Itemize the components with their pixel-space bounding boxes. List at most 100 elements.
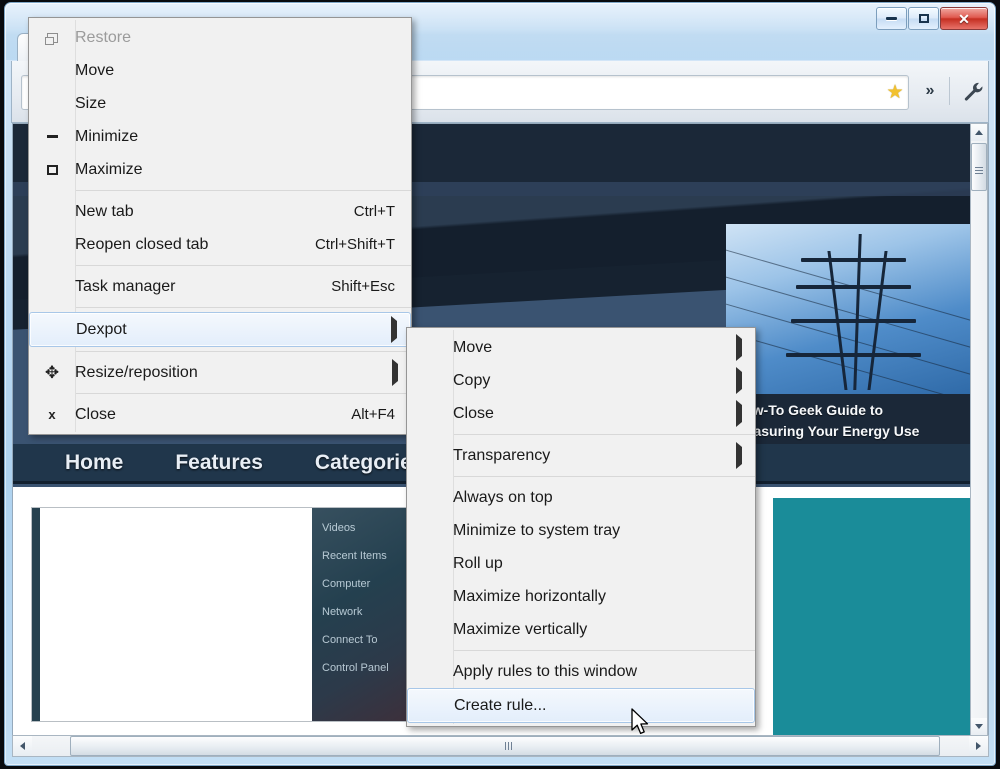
menu-item-restore: Restore bbox=[29, 21, 411, 54]
dexpot-item-close-label: Close bbox=[453, 404, 494, 422]
window-system-menu[interactable]: Restore Move Size Minimize Maximize New tab Ct… bbox=[28, 17, 412, 435]
menu-item-maximize[interactable]: Maximize bbox=[29, 153, 411, 186]
menu-item-dexpot-label: Dexpot bbox=[76, 320, 127, 338]
menu-separator bbox=[75, 190, 411, 191]
close-button[interactable]: ✕ bbox=[940, 7, 988, 30]
scroll-right-button[interactable] bbox=[969, 736, 988, 756]
menu-item-close-label: Close bbox=[75, 405, 116, 423]
dexpot-item-apply-rules-label: Apply rules to this window bbox=[453, 662, 638, 680]
dexpot-item-apply-rules[interactable]: Apply rules to this window bbox=[407, 655, 755, 688]
menu-item-reopen-tab[interactable]: Reopen closed tab Ctrl+Shift+T bbox=[29, 228, 411, 261]
dexpot-item-create-rule-label: Create rule... bbox=[454, 696, 547, 714]
menu-item-task-manager[interactable]: Task manager Shift+Esc bbox=[29, 270, 411, 303]
dexpot-item-roll-up[interactable]: Roll up bbox=[407, 547, 755, 580]
menu-separator bbox=[75, 265, 411, 266]
teal-content-block bbox=[773, 498, 973, 735]
dexpot-item-close[interactable]: Close bbox=[407, 397, 755, 430]
menu-item-resize-reposition-icon-slot: ✥ bbox=[29, 364, 75, 381]
nav-item-features-label: Features bbox=[175, 450, 263, 474]
menu-separator bbox=[453, 476, 755, 477]
horizontal-scroll-track[interactable] bbox=[32, 736, 969, 756]
menu-item-minimize-label: Minimize bbox=[75, 127, 139, 145]
menu-item-new-tab-shortcut: Ctrl+T bbox=[353, 203, 395, 220]
menu-item-reopen-tab-shortcut: Ctrl+Shift+T bbox=[314, 236, 395, 253]
chevron-right-icon bbox=[736, 366, 755, 394]
caret-right-glyph bbox=[736, 441, 742, 469]
grip-icon bbox=[504, 742, 506, 750]
caret-right-glyph bbox=[736, 399, 742, 427]
dexpot-item-transparency[interactable]: Transparency bbox=[407, 439, 755, 472]
dexpot-item-always-on-top[interactable]: Always on top bbox=[407, 481, 755, 514]
restore-icon bbox=[44, 32, 58, 45]
start-menu-strip bbox=[32, 508, 40, 721]
wrench-icon[interactable] bbox=[956, 75, 990, 107]
nav-item-features[interactable]: Features bbox=[175, 451, 263, 475]
menu-item-close-shortcut: Alt+F4 bbox=[351, 406, 395, 423]
menu-separator bbox=[75, 351, 411, 352]
feature-card[interactable]: How-To Geek Guide to Measuring Your Ener… bbox=[726, 224, 976, 454]
scroll-down-button[interactable] bbox=[971, 718, 987, 735]
menu-item-size[interactable]: Size bbox=[29, 87, 411, 120]
menu-item-new-tab[interactable]: New tab Ctrl+T bbox=[29, 195, 411, 228]
bookmark-star-icon[interactable]: ★ bbox=[882, 81, 908, 104]
screenshot-root: ✕ ★ » How-To Geek Guide to Measuring You… bbox=[0, 0, 1000, 769]
menu-item-move[interactable]: Move bbox=[29, 54, 411, 87]
menu-separator bbox=[75, 393, 411, 394]
feature-caption-line2: Measuring Your Energy Use bbox=[734, 423, 920, 439]
caret-right-glyph bbox=[736, 333, 742, 361]
scroll-left-button[interactable] bbox=[13, 736, 32, 756]
menu-item-resize-reposition-label: Resize/reposition bbox=[75, 363, 198, 381]
dexpot-item-move[interactable]: Move bbox=[407, 331, 755, 364]
arrow-right-icon bbox=[976, 742, 981, 750]
dexpot-item-create-rule[interactable]: Create rule... bbox=[407, 688, 755, 723]
minimize-button[interactable] bbox=[876, 7, 907, 30]
dexpot-item-always-on-top-label: Always on top bbox=[453, 488, 553, 506]
dexpot-item-max-vert[interactable]: Maximize vertically bbox=[407, 613, 755, 646]
horizontal-scroll-thumb[interactable] bbox=[70, 736, 940, 756]
dexpot-item-copy[interactable]: Copy bbox=[407, 364, 755, 397]
caret-right-glyph bbox=[736, 366, 742, 394]
caret-right-glyph bbox=[391, 315, 397, 343]
menu-separator bbox=[453, 650, 755, 651]
menu-item-dexpot[interactable]: Dexpot bbox=[29, 312, 411, 347]
menu-item-task-manager-label: Task manager bbox=[75, 277, 176, 295]
maximize-icon bbox=[918, 14, 929, 23]
dexpot-item-max-horiz[interactable]: Maximize horizontally bbox=[407, 580, 755, 613]
menu-item-restore-icon-slot bbox=[29, 32, 75, 45]
arrow-down-icon bbox=[975, 724, 983, 729]
grip-icon bbox=[975, 166, 983, 168]
menu-item-maximize-icon-slot bbox=[29, 164, 75, 175]
nav-item-home-label: Home bbox=[65, 450, 124, 474]
menu-item-task-manager-shortcut: Shift+Esc bbox=[331, 278, 395, 295]
arrow-left-icon bbox=[20, 742, 25, 750]
article-screenshot[interactable]: Videos Recent Items Computer Network Connect… bbox=[31, 507, 421, 722]
menu-item-close[interactable]: x Close Alt+F4 bbox=[29, 398, 411, 431]
menu-item-resize-reposition[interactable]: ✥ Resize/reposition bbox=[29, 356, 411, 389]
toolbar-divider bbox=[949, 77, 950, 105]
nav-item-home[interactable]: Home bbox=[65, 451, 123, 475]
start-menu-shot: Videos Recent Items Computer Network Connect… bbox=[312, 508, 420, 721]
overflow-chevron-button[interactable]: » bbox=[915, 77, 945, 105]
menu-item-minimize[interactable]: Minimize bbox=[29, 120, 411, 153]
dexpot-item-max-horiz-label: Maximize horizontally bbox=[453, 587, 606, 605]
vertical-scroll-thumb[interactable] bbox=[971, 143, 987, 191]
scroll-up-button[interactable] bbox=[971, 124, 987, 141]
chevron-right-icon bbox=[736, 333, 755, 361]
menu-item-reopen-tab-label: Reopen closed tab bbox=[75, 235, 209, 253]
dexpot-item-max-vert-label: Maximize vertically bbox=[453, 620, 588, 638]
feature-image bbox=[726, 224, 976, 394]
vertical-scrollbar[interactable] bbox=[970, 123, 988, 736]
minimize-icon bbox=[886, 17, 897, 20]
dexpot-item-min-tray[interactable]: Minimize to system tray bbox=[407, 514, 755, 547]
dexpot-submenu[interactable]: Move Copy Close Transparency Always on top Mi… bbox=[406, 327, 756, 727]
chevron-right-icon bbox=[736, 399, 755, 427]
dexpot-item-transparency-label: Transparency bbox=[453, 446, 551, 464]
caption-buttons: ✕ bbox=[875, 7, 988, 30]
close-x-icon: x bbox=[48, 407, 56, 422]
menu-item-size-label: Size bbox=[75, 94, 107, 112]
menu-item-minimize-icon-slot bbox=[29, 135, 75, 138]
horizontal-scrollbar[interactable] bbox=[12, 735, 989, 757]
maximize-button[interactable] bbox=[908, 7, 939, 30]
dexpot-item-roll-up-label: Roll up bbox=[453, 554, 503, 572]
minimize-icon bbox=[46, 135, 58, 138]
